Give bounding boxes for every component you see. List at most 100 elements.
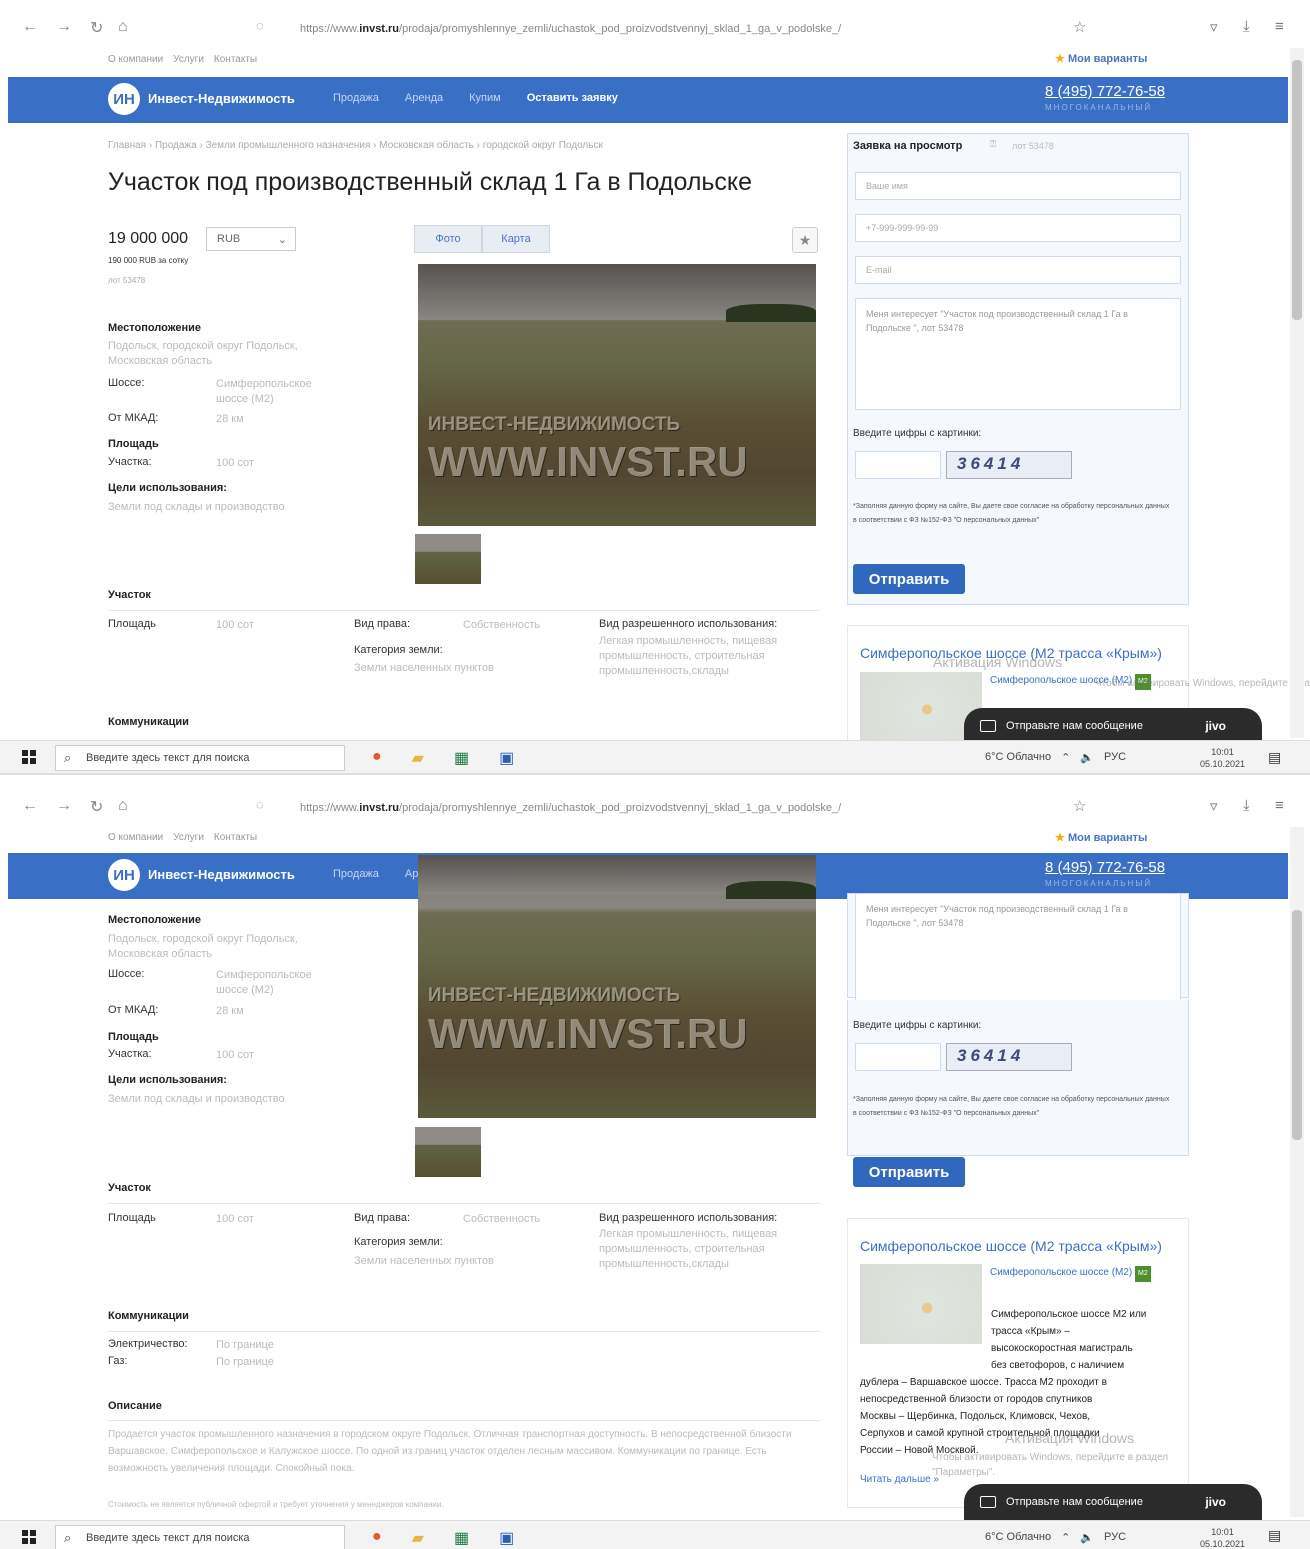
scrollbar-thumb[interactable] [1292,60,1302,320]
photo-thumbnail-2[interactable] [415,1127,481,1177]
back-icon-2[interactable]: ← [22,797,38,815]
tab-photo[interactable]: Фото [414,225,482,253]
language-indicator[interactable]: РУС [1104,751,1126,764]
pocket-icon-2[interactable]: ▿ [1210,797,1218,815]
submit-button-2[interactable]: Отправить [853,1157,965,1187]
logo-2[interactable]: ИН [108,859,140,891]
category-label-2: Категория земли: [354,1236,443,1248]
chat-widget-2[interactable]: Отправьте нам сообщение jivo [964,1484,1262,1520]
jivo-logo-2: jivo [1205,1495,1226,1509]
clock[interactable]: 10:01 05.10.2021 [1200,746,1245,770]
volume-icon[interactable]: 🔈 [1080,751,1094,764]
about-link-2[interactable]: О компании [108,832,163,843]
home-icon[interactable]: ⌂ [118,18,128,36]
menu-request[interactable]: Оставить заявку [527,92,618,104]
captcha-input[interactable] [855,451,941,479]
volume-icon-2[interactable]: 🔈 [1080,1531,1094,1544]
pocket-icon[interactable]: ▿ [1210,18,1218,36]
firefox-icon-2[interactable]: ● [372,1528,382,1548]
my-variants-link-2[interactable]: ★ Мои варианты [1055,831,1147,844]
main-photo-2[interactable]: ИНВЕСТ-НЕДВИЖИМОСТЬ WWW.INVST.RU [418,855,816,1118]
phone-input[interactable]: +7-999-999-99-99 [855,214,1181,242]
language-indicator-2[interactable]: РУС [1104,1531,1126,1544]
bookmark-star-icon-2[interactable]: ☆ [1073,797,1086,815]
price-per-unit: 190 000 RUB за сотку [108,256,189,265]
highway-link-text-2: Симферопольское шоссе (М2) [990,1267,1133,1278]
back-icon[interactable]: ← [22,18,38,36]
notifications-icon[interactable]: ▤ [1268,749,1281,766]
consent-note: *Заполняя данную форму на сайте, Вы дает… [853,503,1170,524]
submit-button[interactable]: Отправить [853,564,965,594]
windows-start-icon[interactable] [22,750,36,764]
message-textarea[interactable]: Меня интересует "Участок под производств… [855,298,1181,410]
taskbar-search[interactable]: ⌕ Введите здесь текст для поиска [55,745,345,771]
download-icon[interactable]: ⤓ [1243,18,1250,35]
shield-icon[interactable]: ◌ [256,18,264,33]
address-bar[interactable]: https://www. invst.ru/prodaja/promyshlenn… [300,16,1160,42]
taskbar-search-2[interactable]: ⌕ Введите здесь текст для поиска [55,1525,345,1549]
phone-link[interactable]: 8 (495) 772-76-58 [1045,83,1165,100]
word-icon-2[interactable]: ▣ [499,1528,514,1548]
tray-up-icon-2[interactable]: ⌃ [1061,1531,1070,1544]
word-icon[interactable]: ▣ [499,748,514,768]
clock-2[interactable]: 10:01 05.10.2021 [1200,1526,1245,1549]
tab-map[interactable]: Карта [482,225,550,253]
address-bar-2[interactable]: https://www. invst.ru/prodaja/promyshlenn… [300,795,1160,821]
about-link[interactable]: О компании [108,54,163,65]
highway-map-2[interactable] [860,1264,982,1344]
scrollbar-thumb-2[interactable] [1292,910,1302,1140]
reload-icon-2[interactable]: ↻ [90,797,103,817]
firefox-icon[interactable]: ● [372,748,382,768]
breadcrumb[interactable]: Главная › Продажа › Земли промышленного … [108,140,603,151]
home-icon-2[interactable]: ⌂ [118,797,128,815]
explorer-icon[interactable]: ▰ [412,748,424,768]
message-textarea-2[interactable]: Меня интересует "Участок под производств… [855,893,1181,1001]
plot-section-title-2: Участок [108,1182,151,1194]
email-input[interactable]: E-mail [855,256,1181,284]
form-title: Заявка на просмотр [853,140,963,152]
help-icon[interactable]: ⍰ [990,139,996,150]
tray-up-icon[interactable]: ⌃ [1061,751,1070,764]
menu-rent[interactable]: Аренда [405,92,443,104]
excel-icon[interactable]: ▦ [454,748,469,768]
contacts-link[interactable]: Контакты [214,54,257,65]
menu-icon[interactable]: ≡ [1275,18,1284,35]
name-input[interactable]: Ваше имя [855,172,1181,200]
captcha-input-2[interactable] [855,1043,941,1071]
forward-icon[interactable]: → [56,18,72,36]
bookmark-star-icon[interactable]: ☆ [1073,18,1086,36]
chat-widget[interactable]: Отправьте нам сообщение jivo [964,708,1262,744]
location-title: Местоположение [108,322,202,334]
menu-buy[interactable]: Купим [469,92,501,104]
notifications-icon-2[interactable]: ▤ [1268,1527,1281,1544]
phone-link-2[interactable]: 8 (495) 772-76-58 [1045,859,1165,876]
forward-icon-2[interactable]: → [56,797,72,815]
explorer-icon-2[interactable]: ▰ [412,1528,424,1548]
plot-area-label-2: Площадь [108,618,156,630]
read-more-link[interactable]: Читать дальше » [860,1473,939,1487]
main-photo[interactable]: ИНВЕСТ-НЕДВИЖИМОСТЬ WWW.INVST.RU [418,264,816,526]
shield-icon-2[interactable]: ◌ [256,797,264,812]
services-link-2[interactable]: Услуги [173,832,204,843]
brand-name-2[interactable]: Инвест-Недвижимость [148,867,295,882]
download-icon-2[interactable]: ⤓ [1243,797,1250,814]
menu-sale[interactable]: Продажа [333,92,379,104]
photo-thumbnail[interactable] [415,534,481,584]
reload-icon[interactable]: ↻ [90,18,103,38]
excel-icon-2[interactable]: ▦ [454,1528,469,1548]
menu-sale-2[interactable]: Продажа [333,868,379,880]
highway-card-link-2[interactable]: Симферопольское шоссе (М2) М2 [990,1266,1151,1282]
contacts-link-2[interactable]: Контакты [214,832,257,843]
favorite-star-icon[interactable]: ★ [792,227,818,253]
highway-card-title-2[interactable]: Симферопольское шоссе (М2 трасса «Крым») [860,1238,1162,1254]
menu-icon-2[interactable]: ≡ [1275,797,1284,814]
windows-start-icon-2[interactable] [22,1530,36,1544]
my-variants-link[interactable]: ★ Мои варианты [1055,52,1147,65]
brand-name[interactable]: Инвест-Недвижимость [148,91,295,106]
currency-select[interactable]: RUB ⌄ [206,227,296,251]
weather-text[interactable]: 6°C Облачно [985,751,1051,764]
services-link[interactable]: Услуги [173,54,204,65]
logo[interactable]: ИН [108,83,140,115]
highway-value-2: Симферопольское шоссе (М2) [216,969,312,996]
weather-text-2[interactable]: 6°C Облачно [985,1531,1051,1544]
